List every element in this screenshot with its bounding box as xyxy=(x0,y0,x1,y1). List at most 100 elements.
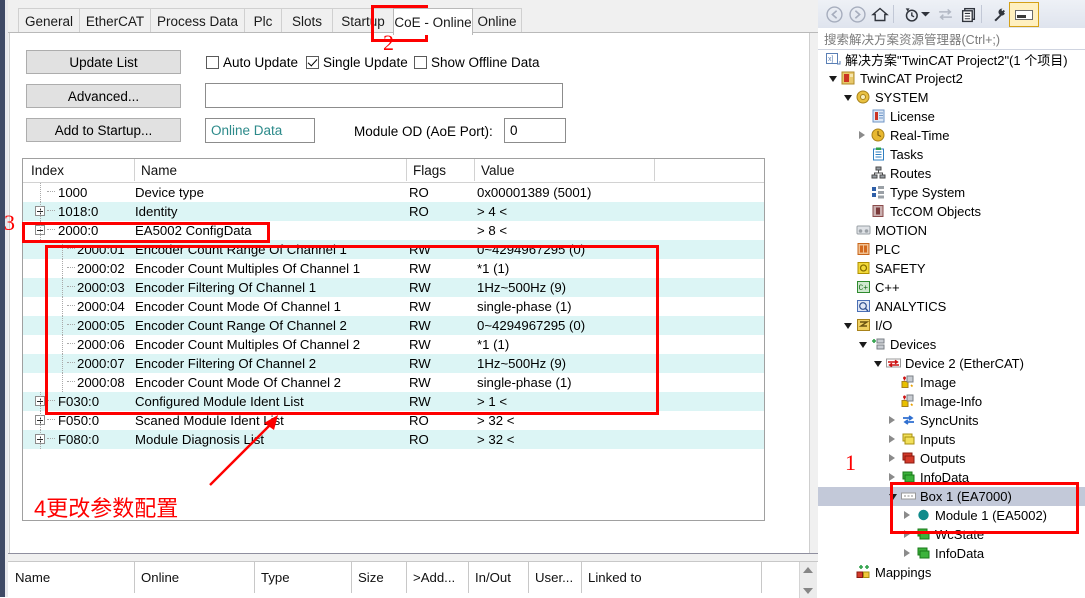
grid-column-header-add[interactable]: >Add... xyxy=(407,562,469,593)
tab-ethercat[interactable]: EtherCAT xyxy=(79,8,151,33)
tree-item-label: Routes xyxy=(890,166,932,181)
type-system-icon xyxy=(871,185,885,199)
tree-collapse-arrow-icon[interactable] xyxy=(844,95,852,101)
tree-expand-arrow-icon[interactable] xyxy=(889,435,895,443)
annotation-arrow-to-params xyxy=(209,415,278,486)
tab-process-data[interactable]: Process Data xyxy=(150,8,245,33)
tree-item-inputs[interactable]: Inputs xyxy=(818,430,1085,449)
chevron-down-icon[interactable] xyxy=(919,3,931,25)
forward-icon[interactable] xyxy=(846,3,868,25)
project-icon xyxy=(841,71,855,85)
tree-item-type-system[interactable]: Type System xyxy=(818,183,1085,202)
online-data-field[interactable]: Online Data xyxy=(205,118,315,143)
show-offline-data-checkbox[interactable]: Show Offline Data xyxy=(414,55,540,70)
scroll-up-arrow-icon[interactable] xyxy=(803,567,813,573)
show-offline-data-checkbox-box[interactable] xyxy=(414,56,427,69)
tab-general[interactable]: General xyxy=(18,8,80,33)
tree-item-routes[interactable]: Routes xyxy=(818,164,1085,183)
tree-item-label: MOTION xyxy=(875,223,927,238)
tree-item-image-info[interactable]: Image-Info xyxy=(818,392,1085,411)
column-header-value[interactable]: Value xyxy=(475,159,655,181)
tree-item-label: Devices xyxy=(890,337,937,352)
table-row[interactable]: F080:0 Module Diagnosis List RO > 32 < xyxy=(23,430,764,449)
grid-column-header-user[interactable]: User... xyxy=(529,562,582,593)
add-to-startup-button[interactable]: Add to Startup... xyxy=(26,118,181,142)
ethercat-device-icon xyxy=(886,356,901,370)
advanced-button[interactable]: Advanced... xyxy=(26,84,181,108)
home-icon[interactable] xyxy=(869,3,891,25)
tree-item-system[interactable]: SYSTEM xyxy=(818,88,1085,107)
update-list-button[interactable]: Update List xyxy=(26,50,181,74)
tab-online[interactable]: Online xyxy=(472,8,522,33)
scroll-down-arrow-icon[interactable] xyxy=(803,588,813,594)
filter-input[interactable] xyxy=(205,83,563,108)
tree-item-license[interactable]: License xyxy=(818,107,1085,126)
table-row[interactable]: 1000 Device type RO 0x00001389 (5001) xyxy=(23,183,764,202)
tab-plc[interactable]: Plc xyxy=(244,8,282,33)
tree-item-label: Type System xyxy=(890,185,966,200)
tree-item-infodata[interactable]: InfoData xyxy=(818,544,1085,563)
motion-icon xyxy=(856,223,871,237)
tree-item-analytics[interactable]: ANALYTICS xyxy=(818,297,1085,316)
tree-item-tccom-objects[interactable]: TcCOM Objects xyxy=(818,202,1085,221)
table-row[interactable]: 1018:0 Identity RO > 4 < xyxy=(23,202,764,221)
tree-item-label: PLC xyxy=(875,242,901,257)
tree-collapse-arrow-icon[interactable] xyxy=(874,361,882,367)
tree-item-device-2-ethercat[interactable]: Device 2 (EtherCAT) xyxy=(818,354,1085,373)
grid-column-header-in-out[interactable]: In/Out xyxy=(469,562,529,593)
tree-item-devices[interactable]: Devices xyxy=(818,335,1085,354)
tab-slots[interactable]: Slots xyxy=(281,8,333,33)
auto-update-checkbox[interactable]: Auto Update xyxy=(206,55,298,70)
tree-expand-arrow-icon[interactable] xyxy=(889,473,895,481)
tree-item-image[interactable]: Image xyxy=(818,373,1085,392)
tree-item-motion[interactable]: MOTION xyxy=(818,221,1085,240)
svg-text:x]: x] xyxy=(828,56,834,63)
cell-name: Identity xyxy=(135,204,178,219)
tree-expand-arrow-icon[interactable] xyxy=(889,454,895,462)
back-icon[interactable] xyxy=(823,3,845,25)
auto-update-checkbox-box[interactable] xyxy=(206,56,219,69)
tree-collapse-arrow-icon[interactable] xyxy=(844,323,852,329)
grid-column-header-online[interactable]: Online xyxy=(135,562,255,593)
show-offline-data-label: Show Offline Data xyxy=(431,55,540,70)
tree-expand-arrow-icon[interactable] xyxy=(859,131,865,139)
column-header-flags[interactable]: Flags xyxy=(407,159,475,181)
tab-coe-online[interactable]: CoE - Online xyxy=(393,8,473,35)
properties-icon[interactable] xyxy=(988,3,1010,25)
tree-item-plc[interactable]: PLC xyxy=(818,240,1085,259)
collapse-all-icon[interactable] xyxy=(957,3,979,25)
single-update-checkbox[interactable]: Single Update xyxy=(306,55,408,70)
tree-item-c++[interactable]: C+ C++ xyxy=(818,278,1085,297)
annotation-box-channel-params xyxy=(45,245,659,415)
variable-grid-scrollbar[interactable] xyxy=(799,562,817,598)
tree-expand-arrow-icon[interactable] xyxy=(889,416,895,424)
grid-column-header-name[interactable]: Name xyxy=(9,562,135,593)
tree-item-twincat-project2-1[interactable]: x] 解决方案"TwinCAT Project2"(1 个项目) xyxy=(818,50,1085,69)
tree-collapse-arrow-icon[interactable] xyxy=(859,342,867,348)
refresh-icon[interactable] xyxy=(934,3,956,25)
module-od-input[interactable]: 0 xyxy=(504,118,566,143)
grid-column-header-type[interactable]: Type xyxy=(255,562,352,593)
cell-value: > 32 < xyxy=(477,432,515,447)
column-header-name[interactable]: Name xyxy=(135,159,407,181)
tree-item-label: Device 2 (EtherCAT) xyxy=(905,356,1024,371)
image-icon xyxy=(901,375,915,389)
tree-item-i-o[interactable]: I/O xyxy=(818,316,1085,335)
tree-item-mappings[interactable]: Mappings xyxy=(818,563,1085,582)
solution-explorer-search-input[interactable]: 搜索解决方案资源管理器(Ctrl+;) xyxy=(818,28,1085,50)
tree-item-twincat-project2[interactable]: TwinCAT Project2 xyxy=(818,69,1085,88)
tree-item-real-time[interactable]: Real-Time xyxy=(818,126,1085,145)
grid-column-header-size[interactable]: Size xyxy=(352,562,407,593)
tree-expand-arrow-icon[interactable] xyxy=(904,549,910,557)
column-header-index[interactable]: Index xyxy=(23,159,135,181)
single-update-checkbox-box[interactable] xyxy=(306,56,319,69)
preview-selected-items-icon[interactable] xyxy=(1009,2,1039,27)
tree-item-safety[interactable]: SAFETY xyxy=(818,259,1085,278)
routes-icon xyxy=(871,166,886,180)
outputs-icon xyxy=(901,451,915,465)
tree-item-outputs[interactable]: Outputs xyxy=(818,449,1085,468)
tree-item-syncunits[interactable]: SyncUnits xyxy=(818,411,1085,430)
grid-column-header-linked-to[interactable]: Linked to xyxy=(582,562,762,593)
tree-item-tasks[interactable]: Tasks xyxy=(818,145,1085,164)
tree-collapse-arrow-icon[interactable] xyxy=(829,76,837,82)
